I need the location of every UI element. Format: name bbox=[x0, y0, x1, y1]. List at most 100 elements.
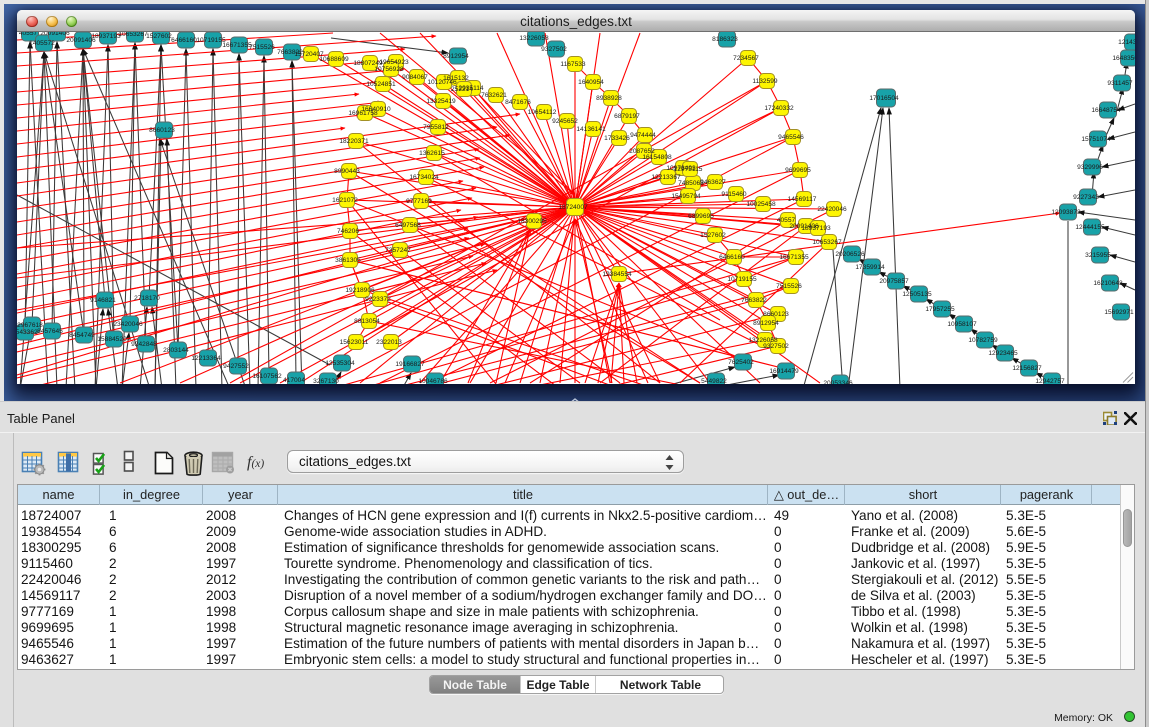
svg-text:19218906: 19218906 bbox=[345, 287, 375, 294]
svg-text:1132599: 1132599 bbox=[752, 78, 778, 85]
svg-text:9474444: 9474444 bbox=[630, 132, 656, 139]
svg-text:8813054: 8813054 bbox=[354, 318, 380, 325]
svg-text:9146821: 9146821 bbox=[90, 297, 116, 304]
svg-text:12213367: 12213367 bbox=[651, 174, 681, 181]
svg-text:15884520: 15884520 bbox=[97, 336, 127, 343]
svg-text:17240332: 17240332 bbox=[764, 105, 794, 112]
svg-text:6466160: 6466160 bbox=[719, 254, 745, 261]
svg-text:5449822: 5449822 bbox=[701, 378, 727, 384]
svg-text:13226058: 13226058 bbox=[519, 35, 549, 42]
svg-text:15495794: 15495794 bbox=[671, 193, 701, 200]
svg-text:8990443: 8990443 bbox=[334, 168, 360, 175]
svg-text:16914479: 16914479 bbox=[769, 368, 799, 375]
svg-text:9311457: 9311457 bbox=[1107, 80, 1133, 87]
svg-text:20975857: 20975857 bbox=[879, 278, 909, 285]
svg-text:12093873: 12093873 bbox=[1051, 209, 1081, 216]
svg-text:14136141: 14136141 bbox=[576, 126, 606, 133]
svg-text:2803144: 2803144 bbox=[163, 347, 189, 354]
svg-text:18300295: 18300295 bbox=[517, 218, 547, 225]
svg-text:18724007: 18724007 bbox=[558, 204, 588, 211]
svg-text:19166827: 19166827 bbox=[395, 361, 425, 368]
svg-text:22420046: 22420046 bbox=[817, 206, 847, 213]
svg-text:1167533: 1167533 bbox=[560, 61, 586, 68]
svg-text:14569117: 14569117 bbox=[788, 196, 817, 203]
svg-text:10958107: 10958107 bbox=[947, 321, 977, 328]
svg-text:7515526: 7515526 bbox=[776, 283, 802, 290]
svg-text:9245652: 9245652 bbox=[552, 118, 578, 125]
svg-text:23420046: 23420046 bbox=[113, 321, 143, 328]
svg-text:40557: 40557 bbox=[19, 32, 38, 37]
svg-text:9115460: 9115460 bbox=[721, 191, 747, 198]
svg-text:6497568: 6497568 bbox=[395, 222, 421, 229]
svg-text:10025458: 10025458 bbox=[746, 201, 776, 208]
svg-text:9463627: 9463627 bbox=[700, 179, 726, 186]
svg-text:12156827: 12156827 bbox=[1012, 365, 1042, 372]
svg-text:10756928: 10756928 bbox=[374, 66, 404, 73]
svg-text:10688609: 10688609 bbox=[319, 56, 349, 63]
svg-text:1527602: 1527602 bbox=[146, 33, 172, 40]
svg-text:15692971: 15692971 bbox=[1104, 309, 1134, 316]
svg-text:16483508: 16483508 bbox=[1112, 55, 1135, 62]
svg-text:6879197: 6879197 bbox=[614, 113, 640, 120]
svg-text:17957255: 17957255 bbox=[925, 306, 955, 313]
svg-text:3215955: 3215955 bbox=[1085, 252, 1111, 259]
svg-text:8471676: 8471676 bbox=[505, 99, 531, 106]
svg-text:15623011: 15623011 bbox=[340, 339, 369, 346]
svg-text:13325419: 13325419 bbox=[426, 98, 456, 105]
svg-text:7955812: 7955812 bbox=[423, 124, 449, 131]
svg-text:20206526: 20206526 bbox=[835, 251, 865, 258]
svg-text:417004: 417004 bbox=[283, 377, 305, 384]
svg-text:8660123: 8660123 bbox=[149, 127, 175, 134]
svg-text:16648754: 16648754 bbox=[1091, 107, 1121, 114]
svg-text:9084067: 9084067 bbox=[402, 74, 428, 81]
svg-text:746206: 746206 bbox=[337, 228, 359, 235]
svg-text:7663822: 7663822 bbox=[741, 297, 767, 304]
svg-text:9699695: 9699695 bbox=[785, 167, 811, 174]
svg-text:10653267: 10653267 bbox=[812, 239, 842, 246]
svg-text:10654112: 10654112 bbox=[528, 109, 557, 116]
svg-text:17359914: 17359914 bbox=[855, 264, 885, 271]
svg-text:16671355: 16671355 bbox=[779, 254, 809, 261]
svg-text:20053346: 20053346 bbox=[823, 380, 853, 384]
svg-text:16734024: 16734024 bbox=[409, 174, 439, 181]
svg-text:16107562: 16107562 bbox=[252, 373, 282, 380]
svg-text:12942757: 12942757 bbox=[1035, 378, 1065, 384]
svg-text:13535304: 13535304 bbox=[325, 360, 355, 367]
svg-text:18937193: 18937193 bbox=[91, 33, 121, 40]
svg-text:3267130: 3267130 bbox=[313, 378, 339, 384]
svg-text:1527602: 1527602 bbox=[700, 232, 726, 239]
svg-text:16210643: 16210643 bbox=[1093, 280, 1123, 287]
svg-text:6466160: 6466160 bbox=[171, 37, 197, 44]
svg-text:8660123: 8660123 bbox=[763, 311, 789, 318]
svg-text:1405572: 1405572 bbox=[29, 40, 55, 47]
svg-text:7357247: 7357247 bbox=[385, 247, 411, 254]
svg-text:9329996: 9329996 bbox=[1077, 164, 1103, 171]
svg-text:12444155: 12444155 bbox=[1075, 224, 1105, 231]
svg-text:1640954: 1640954 bbox=[578, 79, 604, 86]
svg-text:10782759: 10782759 bbox=[968, 337, 998, 344]
svg-text:16543362: 16543362 bbox=[17, 329, 38, 336]
svg-text:16671355: 16671355 bbox=[222, 42, 252, 49]
svg-text:19654923: 19654923 bbox=[379, 59, 409, 66]
svg-text:10653267: 10653267 bbox=[118, 32, 148, 38]
svg-text:8454749: 8454749 bbox=[69, 332, 95, 339]
svg-text:9242848: 9242848 bbox=[131, 341, 157, 348]
svg-text:252214: 252214 bbox=[451, 86, 473, 93]
svg-text:9227343: 9227343 bbox=[1073, 194, 1099, 201]
svg-text:2718170: 2718170 bbox=[134, 295, 160, 302]
svg-text:1615132: 1615132 bbox=[443, 75, 469, 82]
svg-text:7632621: 7632621 bbox=[481, 92, 507, 99]
svg-text:10524851: 10524851 bbox=[366, 81, 396, 88]
svg-text:7234567: 7234567 bbox=[733, 55, 759, 62]
svg-text:8912954: 8912954 bbox=[443, 53, 469, 60]
svg-text:15751074: 15751074 bbox=[1081, 136, 1111, 143]
svg-text:9223372: 9223372 bbox=[365, 296, 391, 303]
svg-text:16154808: 16154808 bbox=[642, 154, 672, 161]
svg-text:12975115: 12975115 bbox=[674, 166, 703, 173]
svg-text:2322013: 2322013 bbox=[376, 339, 402, 346]
svg-text:9465546: 9465546 bbox=[778, 134, 804, 141]
svg-text:1214313: 1214313 bbox=[1118, 39, 1135, 46]
svg-text:7625402: 7625402 bbox=[728, 359, 754, 366]
svg-text:9777169: 9777169 bbox=[406, 198, 432, 205]
svg-text:8938928: 8938928 bbox=[596, 95, 622, 102]
